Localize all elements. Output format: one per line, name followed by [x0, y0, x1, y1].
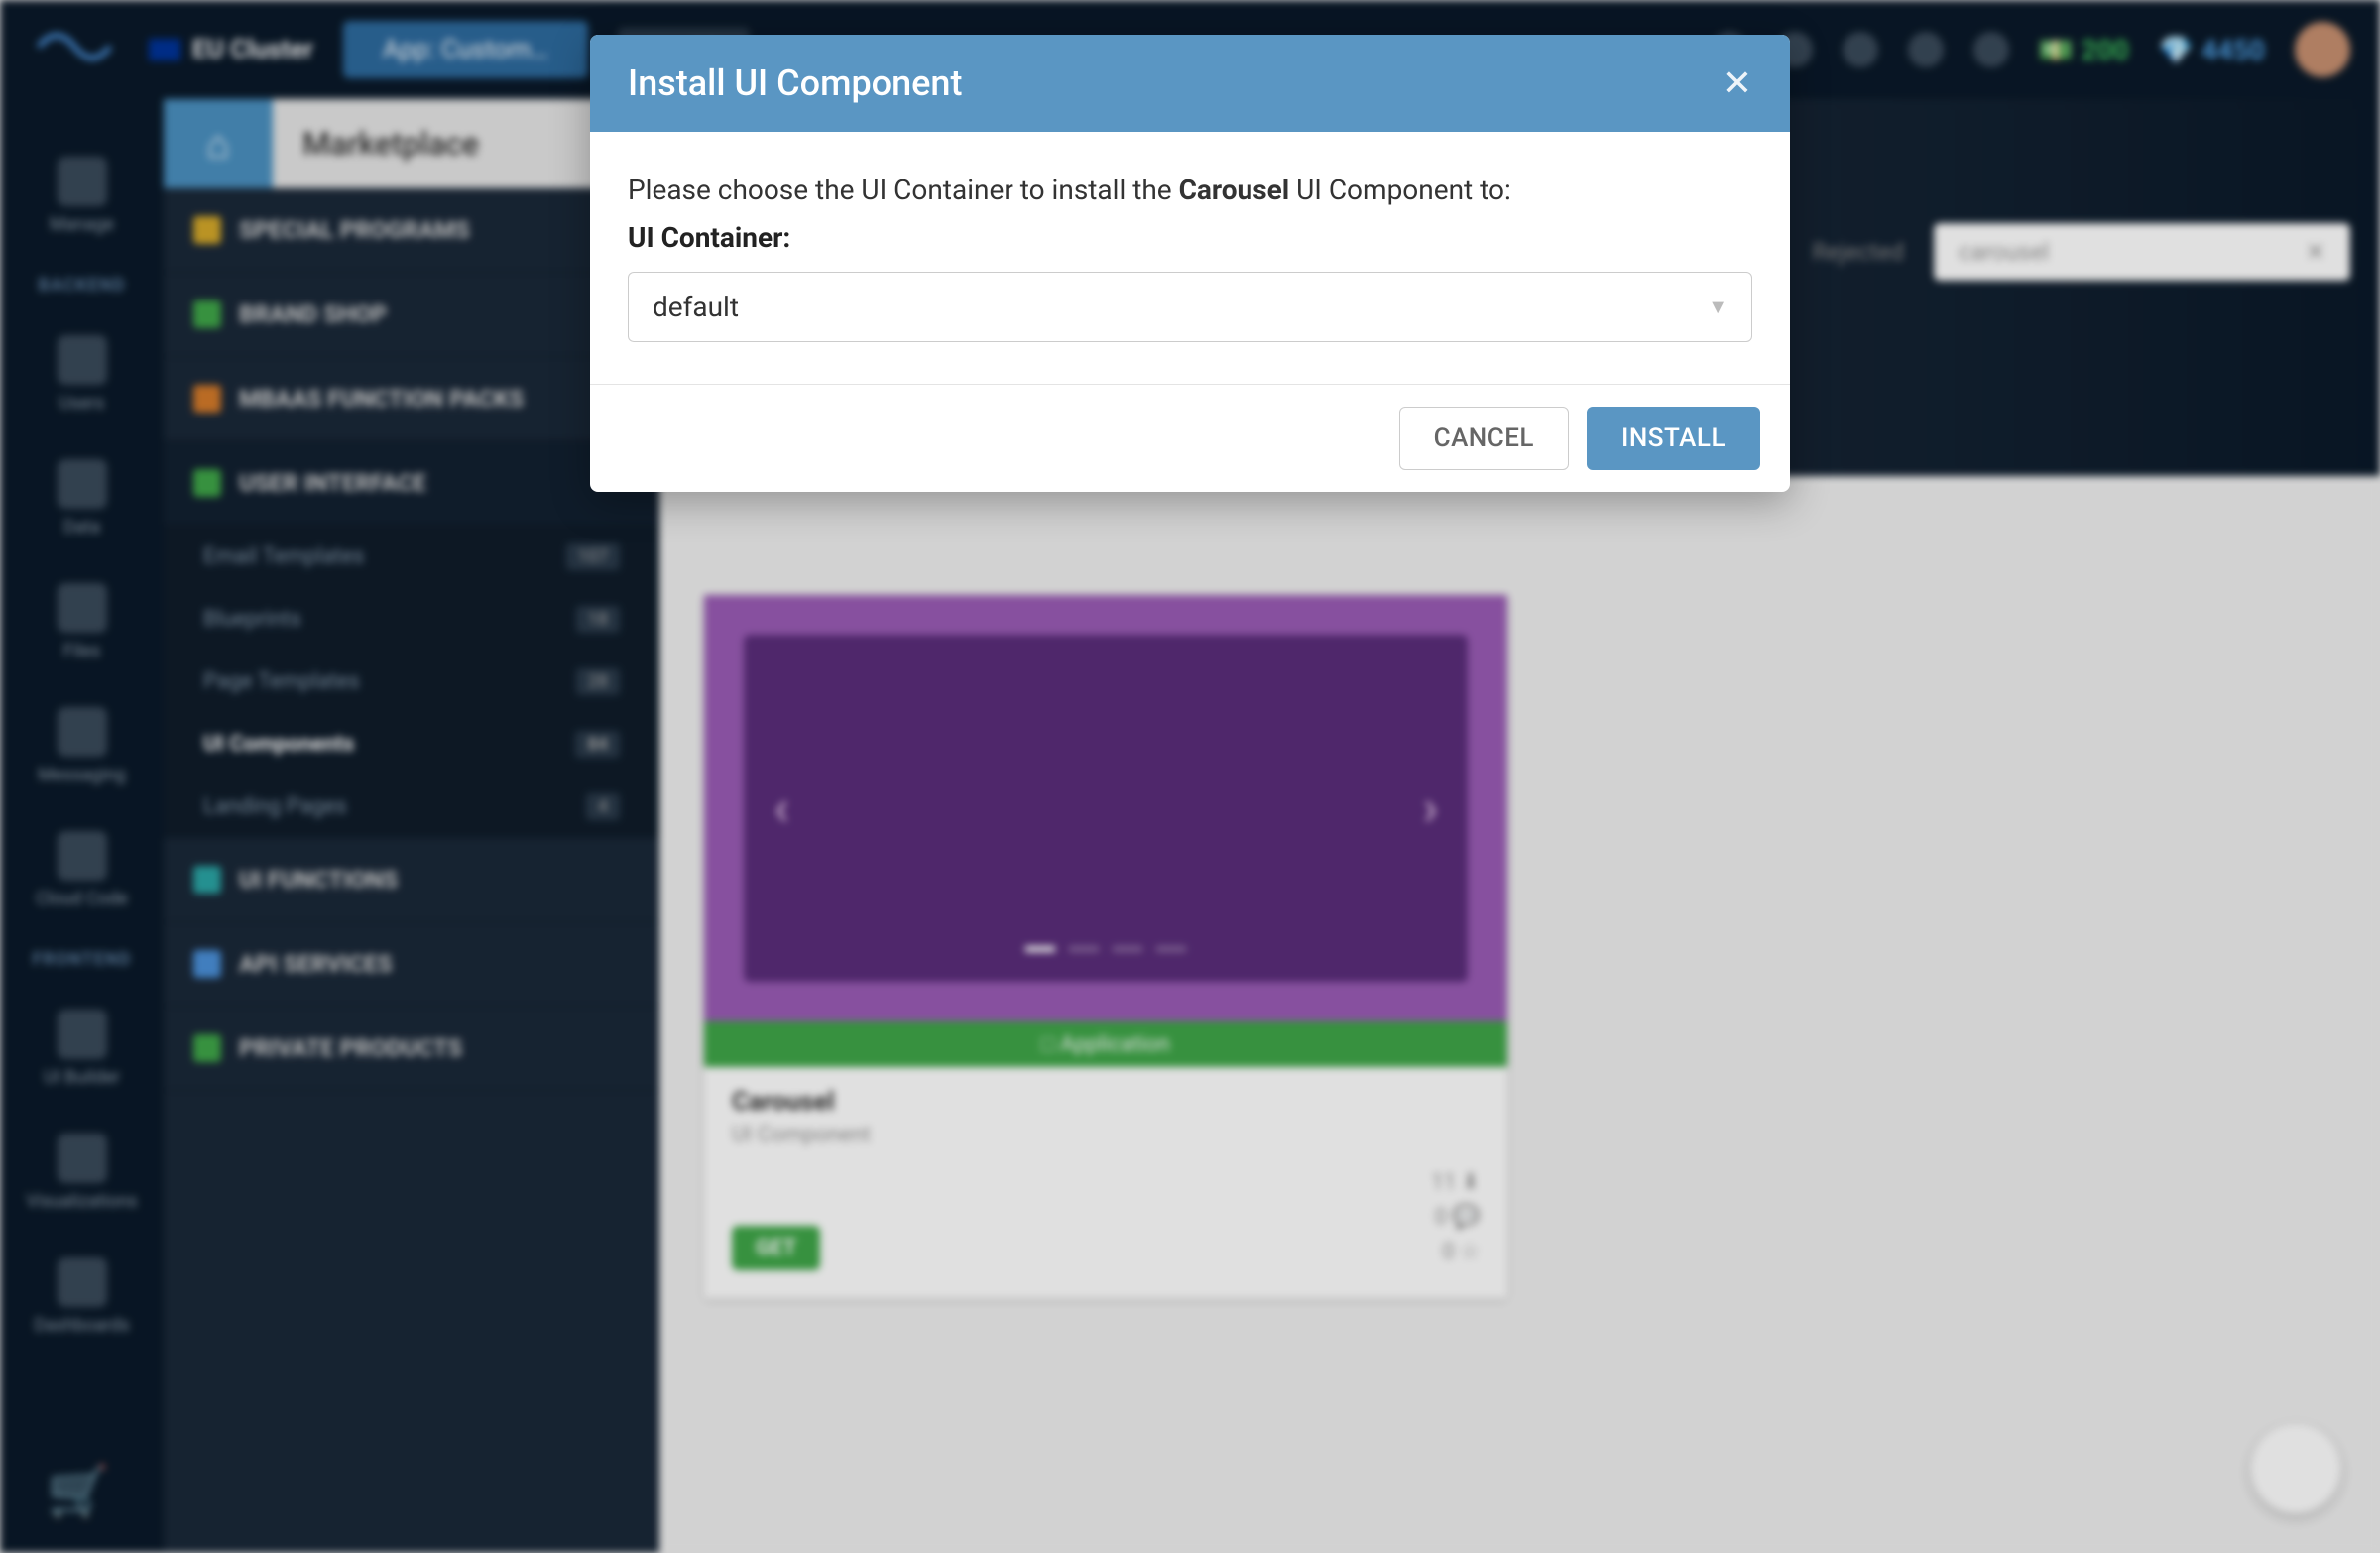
chevron-down-icon: ▼: [1708, 295, 1727, 319]
modal-prompt: Please choose the UI Container to instal…: [628, 170, 1752, 211]
container-dropdown[interactable]: default ▼: [628, 272, 1752, 342]
modal-title: Install UI Component: [628, 62, 962, 104]
dropdown-value: default: [653, 291, 739, 323]
install-modal: Install UI Component ✕ Please choose the…: [590, 35, 1790, 492]
modal-footer: CANCEL INSTALL: [590, 384, 1790, 492]
cancel-button[interactable]: CANCEL: [1399, 407, 1569, 470]
modal-body: Please choose the UI Container to instal…: [590, 132, 1790, 384]
install-button[interactable]: INSTALL: [1587, 407, 1760, 470]
modal-header: Install UI Component ✕: [590, 35, 1790, 132]
container-label: UI Container:: [628, 221, 1752, 254]
modal-overlay: Install UI Component ✕ Please choose the…: [0, 0, 2380, 1553]
close-icon[interactable]: ✕: [1723, 62, 1752, 104]
